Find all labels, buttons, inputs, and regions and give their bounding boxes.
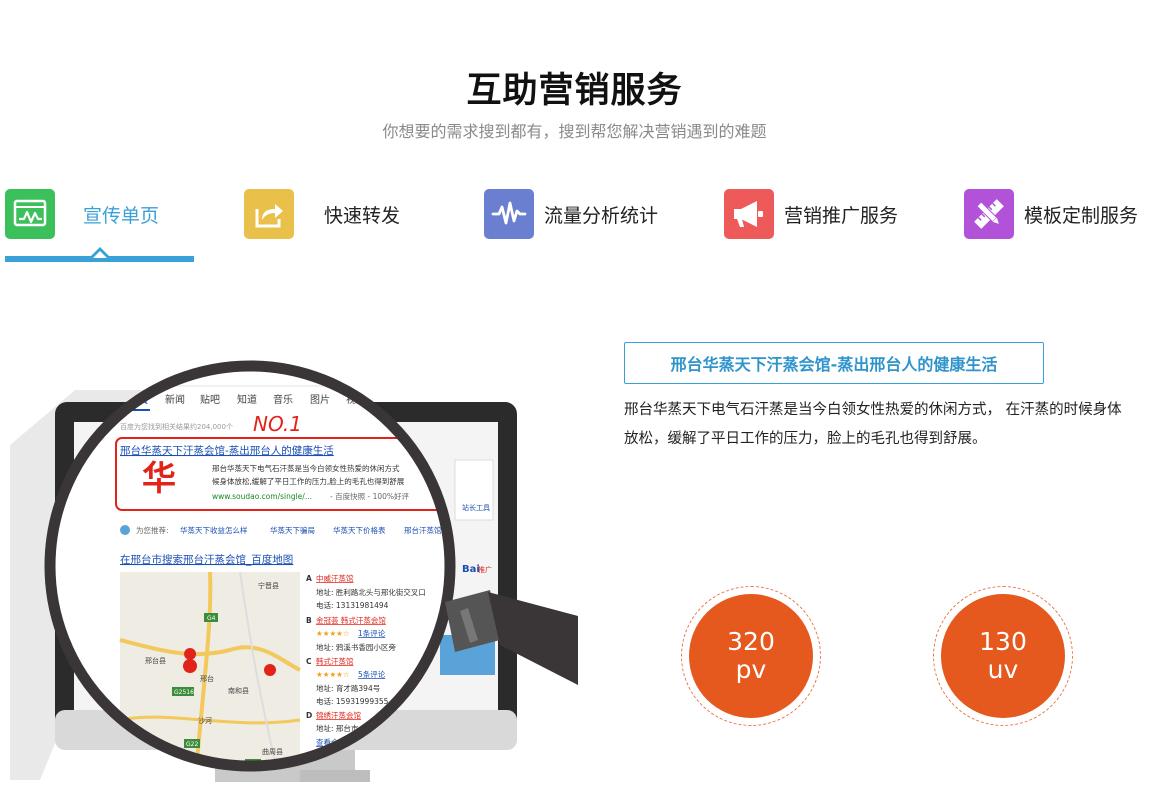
- place-address: 地址: 育才路394号: [316, 683, 380, 693]
- search-tab: 图片: [310, 393, 330, 406]
- search-tab: 贴吧: [200, 393, 220, 406]
- road-label: G2516: [174, 689, 194, 696]
- place-letter: B: [306, 616, 312, 625]
- map-label: 曲周县: [262, 747, 283, 756]
- side-text: 站长工具: [462, 503, 490, 512]
- place-reviews[interactable]: 5条评论: [358, 669, 386, 679]
- tab-template-custom[interactable]: 模板定制服务: [964, 188, 1138, 240]
- active-tab-caret-inner: [93, 251, 107, 258]
- result-logo: 华: [142, 459, 176, 499]
- tab-traffic-analytics[interactable]: 流量分析统计: [484, 188, 658, 240]
- search-tab: 音乐: [273, 393, 293, 406]
- side-text: 推广: [478, 565, 492, 574]
- place-letter: A: [306, 574, 312, 583]
- service-description: 邢台华蒸天下电气石汗蒸是当今白领女性热爱的休闲方式， 在汗蒸的时候身体放松，缓解…: [624, 402, 1122, 447]
- monitor-chart-icon: [5, 189, 55, 239]
- recommend-item[interactable]: 华蒸天下价格表: [333, 525, 386, 535]
- pencil-ruler-icon: [964, 189, 1014, 239]
- recommend-item[interactable]: 华蒸天下骗局: [270, 525, 315, 535]
- pv-stat: 320 pv: [681, 586, 821, 726]
- map-label: 邢台: [200, 674, 214, 683]
- recommend-item[interactable]: 邢台汗蒸馆: [404, 525, 442, 535]
- place-name[interactable]: 金冠荟 韩式汗蒸会馆: [316, 615, 386, 625]
- pv-value: 320: [727, 627, 775, 656]
- tab-marketing-promotion[interactable]: 营销推广服务: [724, 188, 898, 240]
- tab-label: 营销推广服务: [784, 204, 899, 227]
- megaphone-icon: [724, 189, 774, 239]
- tab-label: 流量分析统计: [544, 204, 659, 227]
- road-label: G4: [207, 615, 216, 622]
- monitor-base: [300, 770, 370, 782]
- place-rating: ★★★★☆: [316, 670, 350, 679]
- service-headline: 邢台华蒸天下汗蒸会馆-蒸出邢台人的健康生活: [624, 342, 1044, 384]
- place-name[interactable]: 中威汗蒸馆: [316, 573, 354, 583]
- result-count: 百度为您找到相关结果约204,000个: [120, 422, 233, 431]
- page-title: 互助营销服务: [466, 71, 683, 111]
- map-result-link[interactable]: 在邢台市搜索邢台汗蒸会馆_百度地图: [120, 553, 293, 566]
- place-reviews[interactable]: 1条评论: [358, 628, 386, 638]
- recommend-label: 为您推荐:: [136, 525, 169, 535]
- tab-label: 快速转发: [324, 204, 401, 227]
- pv-unit: pv: [735, 655, 767, 684]
- road-label: G22: [186, 741, 198, 748]
- place-rating: ★★★★☆: [316, 629, 350, 638]
- place-letter: D: [306, 711, 312, 720]
- place-phone: 电话: 13131981494: [316, 600, 389, 610]
- search-tab: 知道: [237, 393, 257, 406]
- result-snippet: 邢台华蒸天下电气石汗蒸是当今白领女性热爱的休闲方式: [212, 463, 400, 473]
- pv-stat-circle: 320 pv: [689, 594, 813, 718]
- place-name[interactable]: 韩式汗蒸馆: [316, 656, 354, 666]
- uv-stat: 130 uv: [933, 586, 1073, 726]
- place-address: 地址: 胜利路北头与邢化街交叉口: [316, 587, 426, 597]
- uv-value: 130: [979, 627, 1027, 656]
- result-url: www.soudao.com/single/...: [212, 492, 312, 501]
- no1-badge: NO.1: [253, 412, 302, 436]
- result-links: - 百度快照 - 100%好评: [330, 491, 410, 501]
- waveform-icon: [484, 189, 534, 239]
- search-illustration: 站长工具 Bai 推广 会馆 网页 新闻 贴吧 知道 音乐 图片 视频 百度为您…: [10, 360, 578, 782]
- map-label: 沙河: [198, 717, 212, 725]
- result-title: 邢台华蒸天下汗蒸会馆-蒸出邢台人的健康生活: [120, 444, 334, 457]
- tab-quick-share[interactable]: 快速转发: [244, 188, 400, 240]
- map-label: 南和县: [228, 686, 249, 695]
- page-subtitle: 你想要的需求搜到都有，搜到帮您解决营销遇到的难题: [382, 122, 767, 141]
- uv-unit: uv: [987, 655, 1019, 684]
- recommend-item[interactable]: 华蒸天下收益怎么样: [180, 525, 248, 535]
- place-phone: 电话: 15931999355: [316, 696, 389, 706]
- share-icon: [244, 189, 294, 239]
- tab-label: 模板定制服务: [1024, 204, 1139, 227]
- search-tab: 新闻: [165, 393, 185, 406]
- tab-promo-flyer[interactable]: 宣传单页: [5, 188, 159, 240]
- place-letter: C: [306, 657, 312, 666]
- place-address: 地址: 鸦溪书香园小区旁: [316, 642, 396, 652]
- tab-label: 宣传单页: [83, 204, 160, 227]
- uv-stat-circle: 130 uv: [941, 594, 1065, 718]
- result-snippet: 候身体放松,缓解了平日工作的压力,脸上的毛孔也得到舒展: [212, 476, 405, 486]
- map-label: 邢台县: [145, 656, 166, 665]
- place-name[interactable]: 锦绣汗蒸会馆: [316, 710, 361, 720]
- map-label: 宁晋县: [258, 581, 279, 590]
